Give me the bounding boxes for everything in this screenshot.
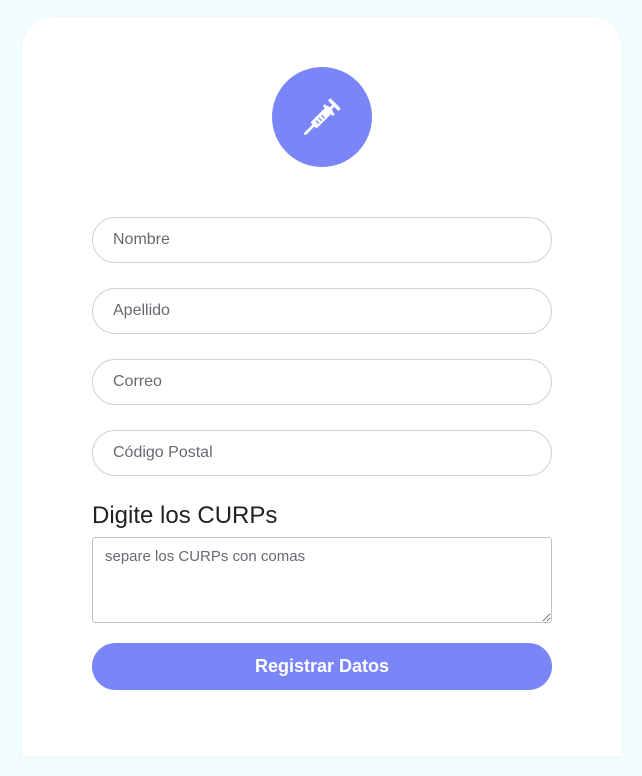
syringe-icon bbox=[304, 98, 341, 135]
register-button[interactable]: Registrar Datos bbox=[92, 643, 552, 690]
curp-textarea[interactable] bbox=[92, 537, 552, 623]
last-name-input[interactable] bbox=[92, 288, 552, 334]
email-input[interactable] bbox=[92, 359, 552, 405]
postal-code-input[interactable] bbox=[92, 430, 552, 476]
first-name-input[interactable] bbox=[92, 217, 552, 263]
registration-card: Digite los CURPs Registrar Datos bbox=[22, 17, 622, 756]
logo-circle bbox=[272, 67, 372, 167]
curp-label: Digite los CURPs bbox=[92, 502, 278, 529]
